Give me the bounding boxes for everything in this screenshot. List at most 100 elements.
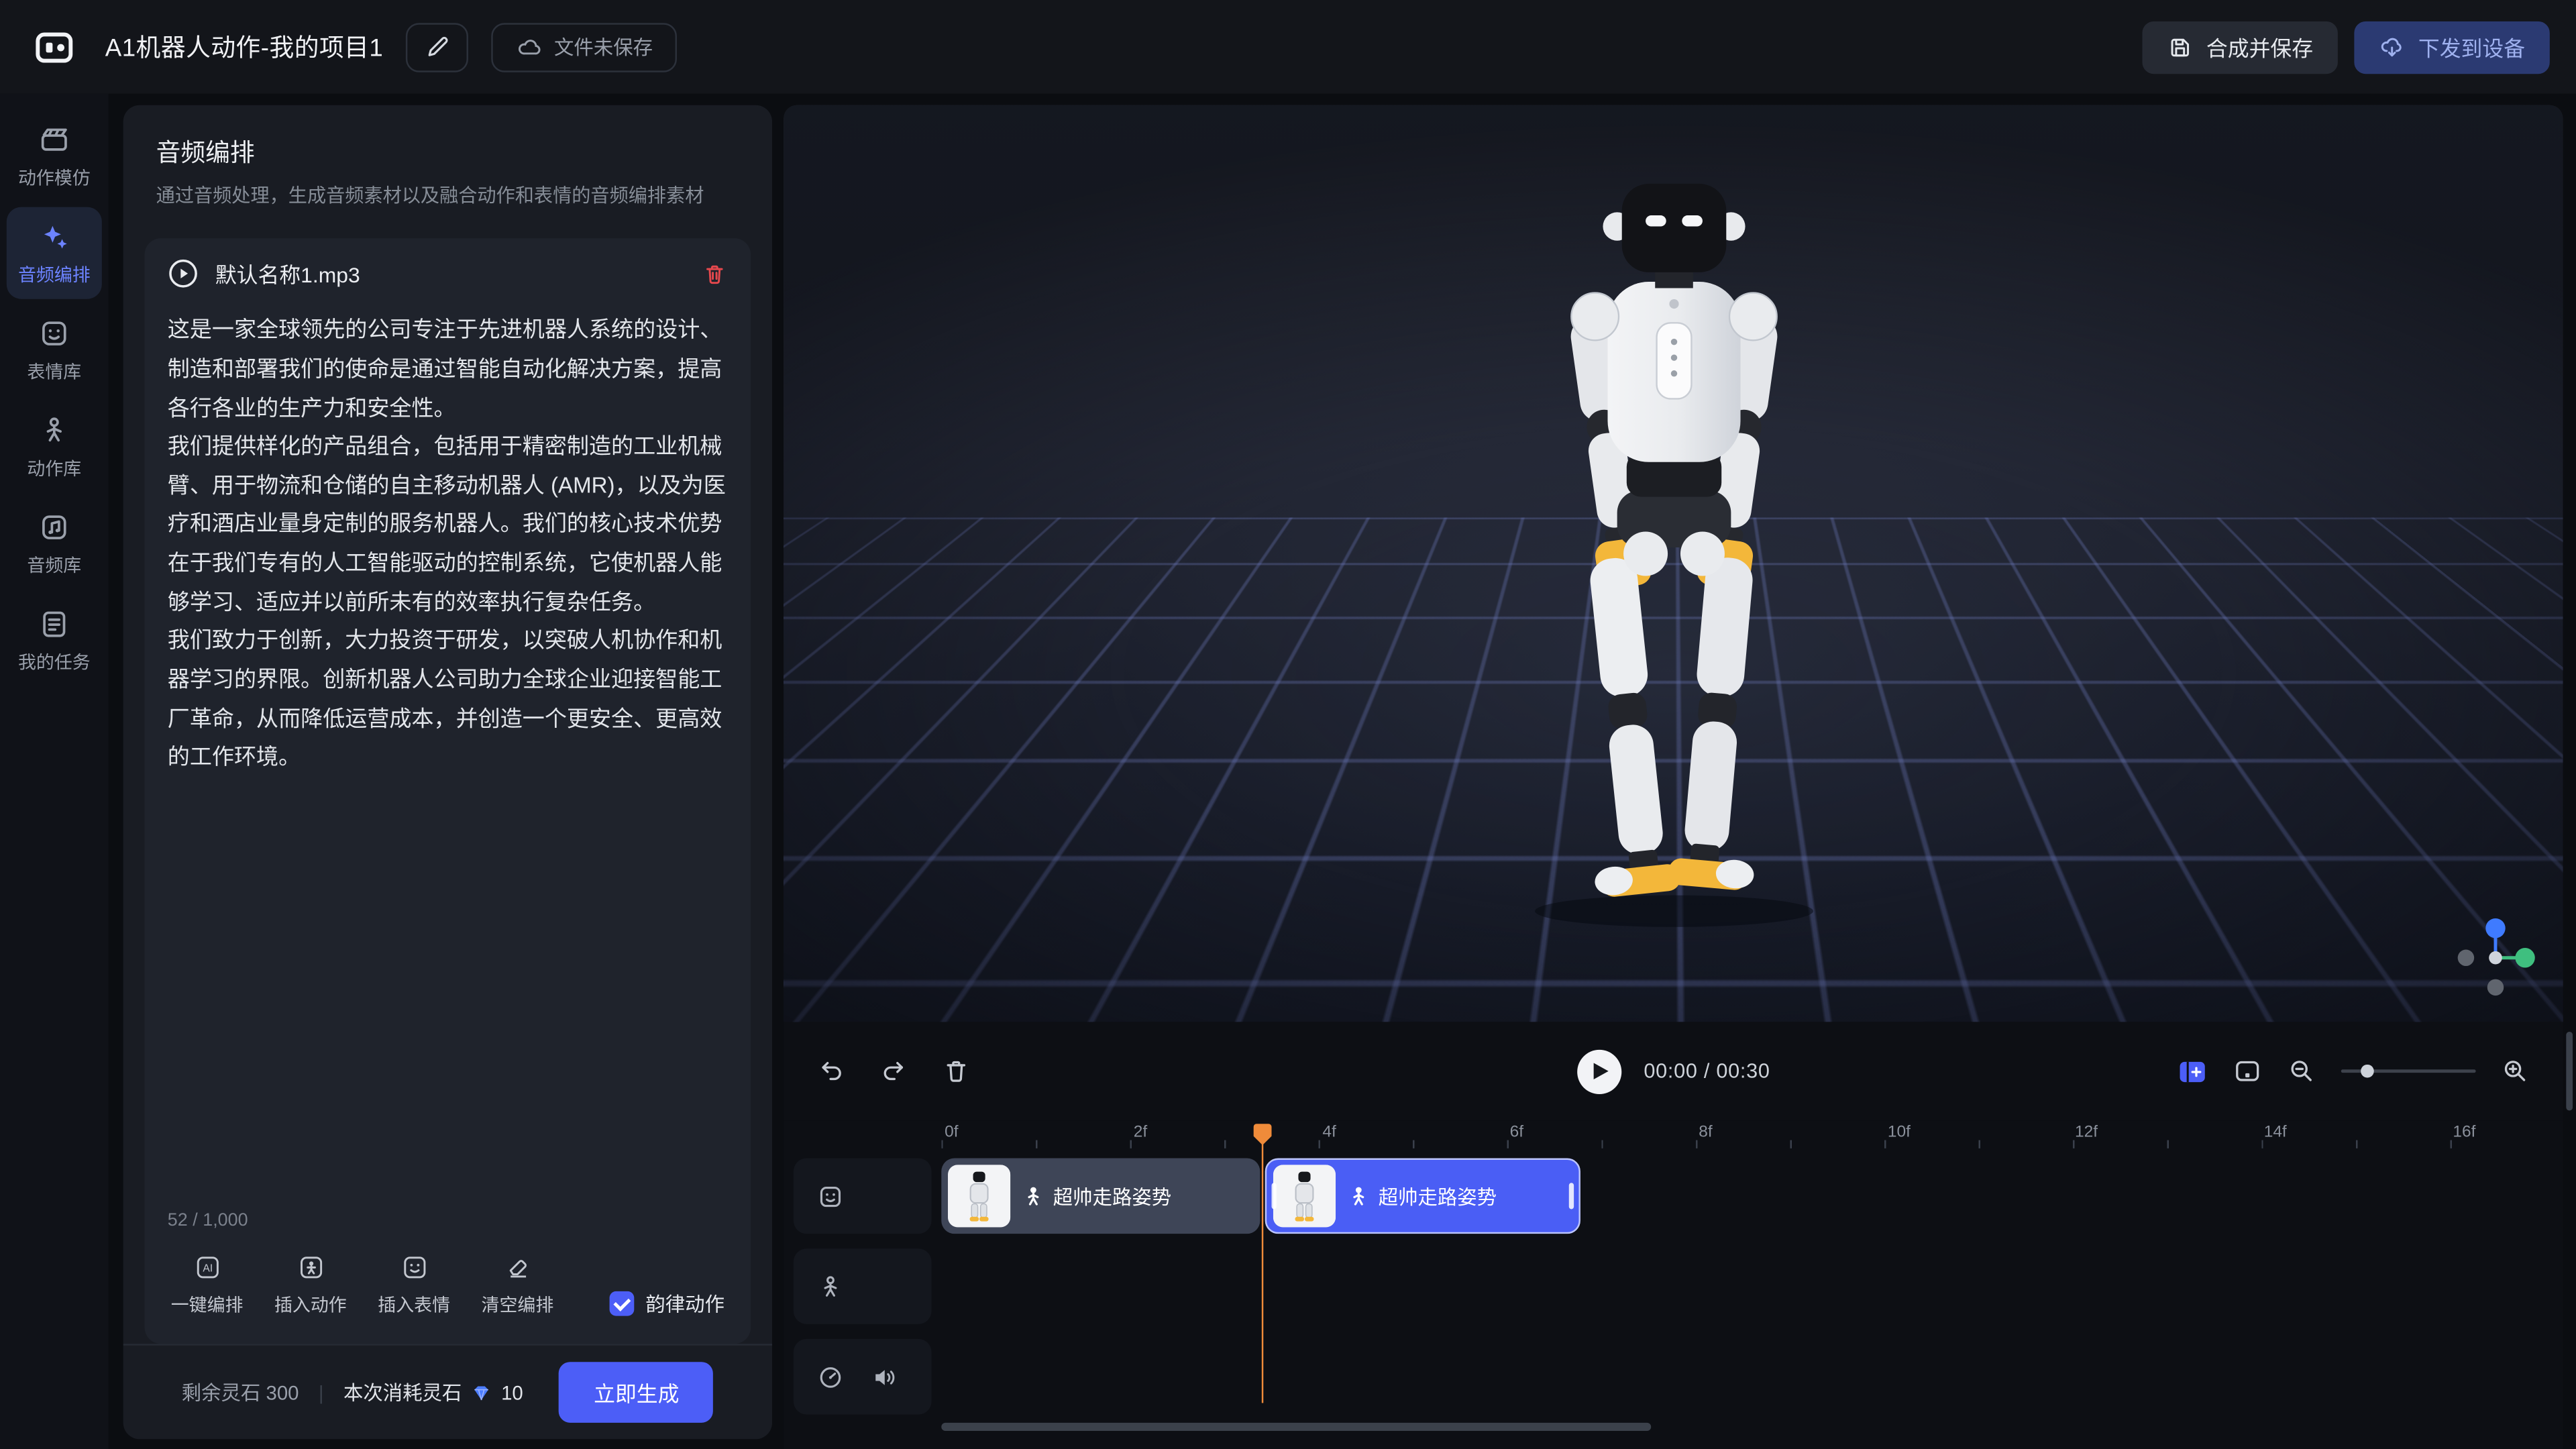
delete-audio-icon[interactable]	[702, 261, 728, 287]
timeline: 0f 2f 4f 6f 8f 10f 12f 14f 16f	[784, 1120, 2563, 1449]
timeline-ruler[interactable]: 0f 2f 4f 6f 8f 10f 12f 14f 16f	[941, 1124, 2543, 1148]
sidebar-item-expression-library[interactable]: 表情库	[7, 304, 102, 396]
ruler-label: 0f	[945, 1124, 958, 1142]
timeline-zoom-slider[interactable]	[2341, 1060, 2476, 1083]
script-text-editor[interactable]: 这是一家全球领先的公司专注于先进机器人系统的设计、制造和部署我们的使命是通过智能…	[168, 311, 728, 1204]
undo-icon	[816, 1057, 846, 1086]
app-logo[interactable]	[26, 19, 82, 74]
insert-action-button[interactable]: 插入动作	[274, 1254, 347, 1318]
action-track-cell[interactable]	[794, 1248, 932, 1324]
sidebar-item-label: 我的任务	[18, 648, 91, 674]
ruler-label: 6f	[1510, 1124, 1523, 1142]
sidebar-item-action-library[interactable]: 动作库	[7, 401, 102, 493]
cloud-icon	[517, 34, 543, 60]
footer-divider: |	[319, 1381, 324, 1403]
action-track-icon	[816, 1273, 845, 1301]
play-button[interactable]	[1576, 1049, 1621, 1093]
panel-header: 音频编排 通过音频处理，生成音频素材以及融合动作和表情的音频编排素材	[123, 105, 772, 213]
tool-label: 插入动作	[274, 1291, 347, 1318]
deploy-button[interactable]: 下发到设备	[2354, 21, 2549, 73]
app-root: A1机器人动作-我的项目1 文件未保存 合成并保存	[0, 0, 2576, 1449]
add-clip-button[interactable]	[2177, 1055, 2208, 1087]
pencil-icon	[423, 33, 451, 61]
gem-cost-label: 本次消耗灵石	[343, 1379, 462, 1407]
clip-title: 超帅走路姿势	[1024, 1182, 1171, 1210]
playhead-pin[interactable]	[1254, 1124, 1272, 1145]
ruler-label: 4f	[1322, 1124, 1336, 1142]
save-status-label: 文件未保存	[554, 33, 653, 61]
one-click-arrange-button[interactable]: AI 一键编排	[171, 1254, 244, 1318]
sidebar-item-audio-arrange[interactable]: 音频编排	[7, 207, 102, 299]
my-tasks-icon	[38, 607, 70, 640]
zoom-in-button[interactable]	[2500, 1057, 2530, 1086]
topbar-actions: 合成并保存 下发到设备	[2142, 21, 2549, 73]
ruler-label: 14f	[2264, 1124, 2287, 1142]
cloud-download-icon	[2379, 34, 2405, 60]
sidebar-item-motion-imitation[interactable]: 动作模仿	[7, 110, 102, 202]
audio-card-header: 默认名称1.mp3	[168, 258, 728, 290]
delete-clip-button[interactable]	[941, 1057, 971, 1086]
timeline-vertical-scrollbar[interactable]	[2566, 1032, 2573, 1111]
action-library-icon	[38, 413, 70, 446]
insert-expression-icon	[400, 1254, 428, 1282]
char-count: 52 / 1,000	[168, 1211, 728, 1230]
panel-title: 音频编排	[156, 135, 739, 169]
expression-track-cell[interactable]	[794, 1159, 932, 1234]
gem-icon	[470, 1381, 493, 1403]
view-controls	[2177, 1055, 2530, 1087]
audio-arrange-panel: 音频编排 通过音频处理，生成音频素材以及融合动作和表情的音频编排素材 默认名称1…	[123, 105, 772, 1440]
clip-label-text: 超帅走路姿势	[1053, 1182, 1171, 1210]
view-axis-gizmo[interactable]	[2451, 914, 2540, 1002]
rename-button[interactable]	[407, 22, 469, 71]
zoom-slider-knob[interactable]	[2361, 1065, 2374, 1078]
audio-file-name: 默认名称1.mp3	[215, 258, 685, 290]
rhythm-checkbox[interactable]	[610, 1291, 635, 1316]
play-icon[interactable]	[168, 258, 199, 290]
keyframe-icon	[2233, 1057, 2262, 1086]
sidebar-item-label: 表情库	[27, 358, 81, 384]
clip-thumbnail	[948, 1165, 1010, 1227]
panel-subtitle: 通过音频处理，生成音频素材以及融合动作和表情的音频编排素材	[156, 184, 739, 212]
sidebar-item-label: 动作库	[27, 454, 81, 480]
generate-button[interactable]: 立即生成	[559, 1362, 714, 1423]
sidebar-item-label: 动作模仿	[18, 164, 91, 190]
clear-arrange-button[interactable]: 清空编排	[482, 1254, 554, 1318]
audio-track-cell[interactable]	[794, 1339, 932, 1415]
gem-cost: 本次消耗灵石 10	[343, 1379, 523, 1407]
sidebar-item-my-tasks[interactable]: 我的任务	[7, 595, 102, 687]
keyframe-panel-button[interactable]	[2233, 1057, 2262, 1086]
audio-arrange-icon	[38, 219, 70, 252]
timeline-clip[interactable]: 超帅走路姿势	[941, 1159, 1260, 1234]
compose-save-button[interactable]: 合成并保存	[2142, 21, 2337, 73]
sidebar-item-label: 音频编排	[18, 260, 91, 286]
ruler-label: 16f	[2453, 1124, 2475, 1142]
tool-label: 一键编排	[171, 1291, 244, 1318]
zoom-out-button[interactable]	[2287, 1057, 2316, 1086]
insert-expression-button[interactable]: 插入表情	[378, 1254, 450, 1318]
app-logo-icon	[33, 25, 76, 68]
deploy-label: 下发到设备	[2418, 32, 2525, 63]
rhythm-label: 韵律动作	[645, 1289, 724, 1318]
expression-library-icon	[38, 316, 70, 349]
speaker-track-icon	[871, 1362, 899, 1391]
undo-button[interactable]	[816, 1057, 846, 1086]
motion-imitation-icon	[38, 122, 70, 155]
action-clip-icon	[1349, 1185, 1368, 1207]
timeline-clip-selected[interactable]: 超帅走路姿势	[1265, 1159, 1580, 1234]
trash-icon	[941, 1057, 971, 1086]
playhead[interactable]	[1254, 1124, 1272, 1406]
ruler-label: 10f	[1888, 1124, 1911, 1142]
redo-button[interactable]	[879, 1057, 908, 1086]
playhead-line	[1261, 1143, 1264, 1403]
ruler-label: 12f	[2075, 1124, 2098, 1142]
3d-viewport[interactable]	[784, 105, 2563, 1022]
rhythm-track-icon	[816, 1362, 845, 1391]
audio-library-icon	[38, 510, 70, 543]
humanoid-robot-model	[1468, 177, 1879, 936]
timeline-horizontal-scrollbar[interactable]	[941, 1423, 1651, 1431]
zoom-out-icon	[2287, 1057, 2316, 1086]
sidebar-item-audio-library[interactable]: 音频库	[7, 498, 102, 590]
rhythm-action-toggle: 韵律动作	[610, 1289, 724, 1318]
zoom-in-icon	[2500, 1057, 2530, 1086]
sidebar: 动作模仿 音频编排 表情库 动作库	[0, 94, 109, 1449]
